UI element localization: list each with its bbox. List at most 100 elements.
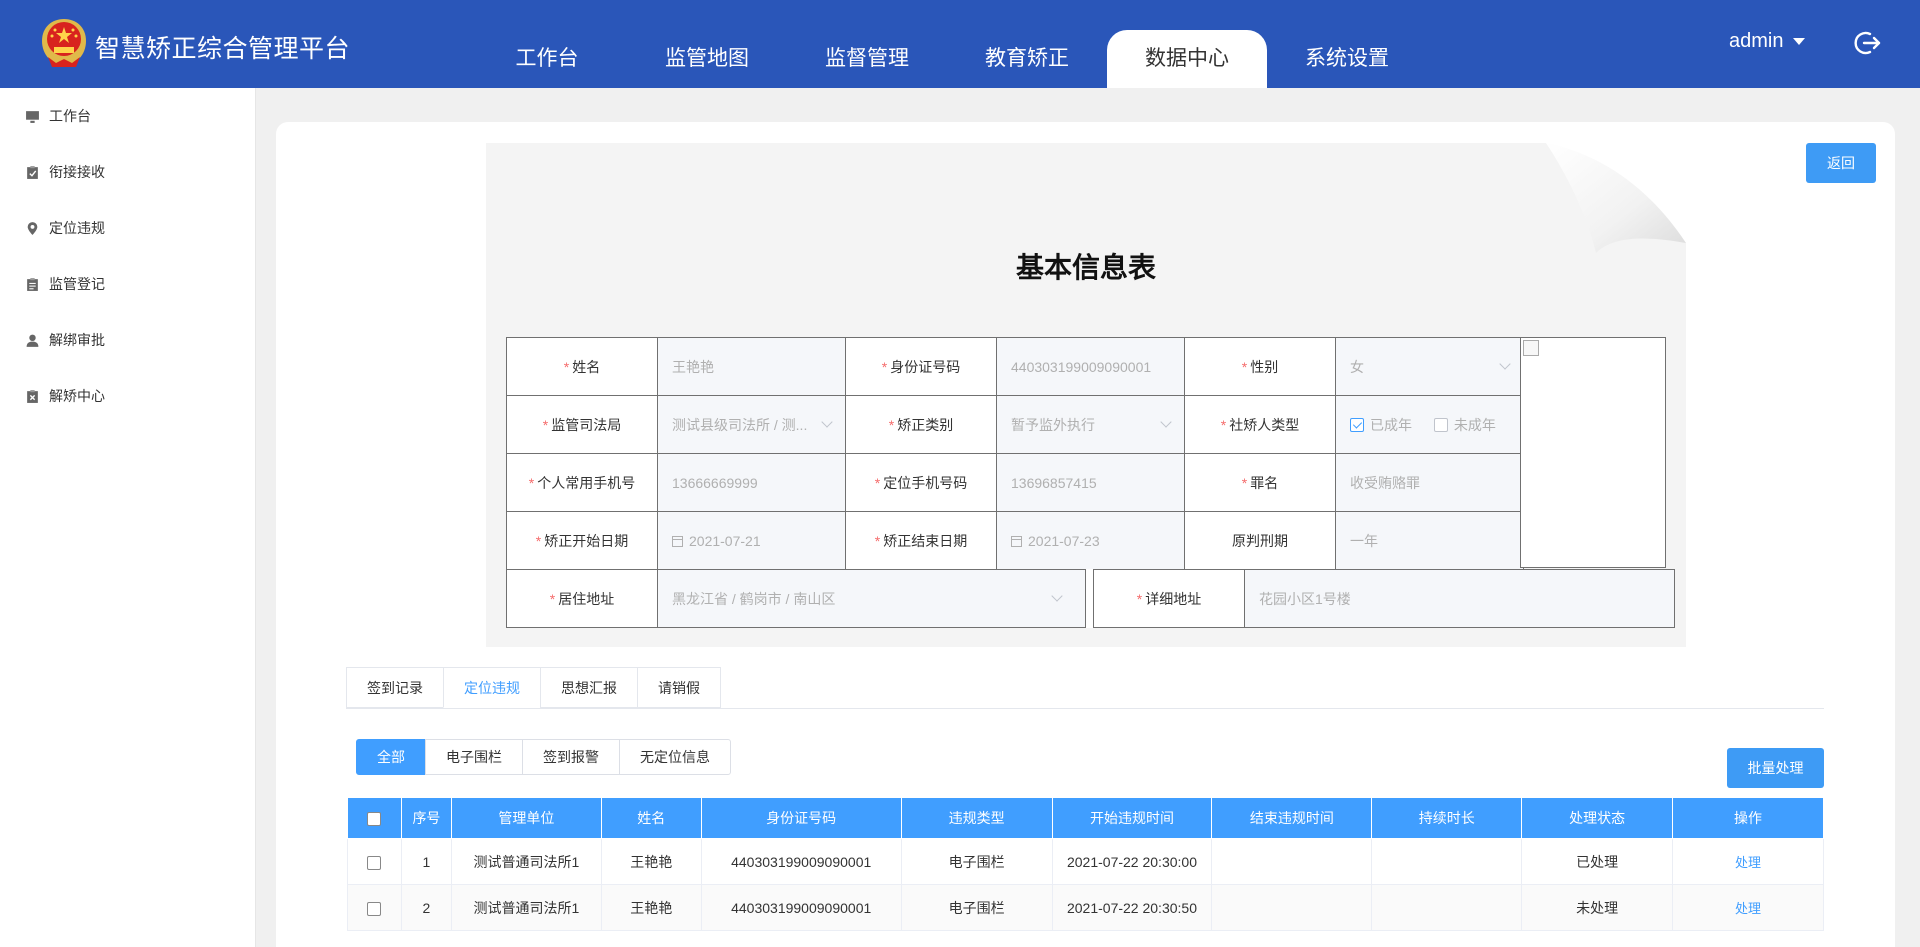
address-table: * 居住地址 黑龙江省 / 鹤岗市 / 南山区 * 详细地址 花园小区1号楼 xyxy=(506,569,1675,628)
national-emblem-logo xyxy=(42,19,86,67)
cell-duration xyxy=(1371,884,1523,931)
sidebar-item-unbind-approval[interactable]: 解绑审批 xyxy=(0,312,255,368)
sidebar-item-handover[interactable]: 衔接接收 xyxy=(0,144,255,200)
id-label: * 身份证号码 xyxy=(845,337,997,396)
col-header: 处理状态 xyxy=(1521,797,1674,839)
crime-label: * 罪名 xyxy=(1184,453,1336,512)
table-row: 2 测试普通司法所1 王艳艳 440303199009090001 电子围栏 2… xyxy=(347,884,1824,931)
row-select-cell xyxy=(347,884,402,931)
select-all-checkbox[interactable] xyxy=(367,812,382,827)
table-row: 1 测试普通司法所1 王艳艳 440303199009090001 电子围栏 2… xyxy=(347,838,1824,885)
sidebar-item-registration[interactable]: 监管登记 xyxy=(0,256,255,312)
end-date-picker[interactable]: 2021-07-23 xyxy=(996,511,1185,570)
process-link[interactable]: 处理 xyxy=(1735,901,1761,916)
row-checkbox[interactable] xyxy=(367,901,382,916)
basic-info-table: * 姓名 王艳艳 * 身份证号码 440303199009090001 * 性别 女 … xyxy=(506,337,1524,570)
cell-status: 已处理 xyxy=(1521,838,1674,885)
user-icon xyxy=(26,334,39,347)
sidebar-item-release-center[interactable]: 解矫中心 xyxy=(0,368,255,424)
cell-name: 王艳艳 xyxy=(600,884,702,931)
col-header: 序号 xyxy=(400,797,452,839)
correction-type-label: * 矫正类别 xyxy=(845,395,997,454)
col-header: 姓名 xyxy=(600,797,702,839)
sidebar: 工作台 衔接接收 定位违规 监管登记 解绑审批 解矫中心 xyxy=(0,88,256,947)
cell-action: 处理 xyxy=(1672,838,1824,885)
gender-label: * 性别 xyxy=(1184,337,1336,396)
nav-supervision[interactable]: 监督管理 xyxy=(787,30,947,88)
cell-start-time: 2021-07-22 20:30:50 xyxy=(1051,884,1213,931)
col-header: 开始违规时间 xyxy=(1051,797,1213,839)
phone-field[interactable]: 13666669999 xyxy=(657,453,846,512)
sidebar-item-label: 定位违规 xyxy=(49,220,105,236)
bureau-select[interactable]: 测试县级司法所 / 测... xyxy=(657,395,846,454)
start-date-label: * 矫正开始日期 xyxy=(506,511,658,570)
logout-icon[interactable] xyxy=(1852,28,1882,58)
sidebar-item-label: 解矫中心 xyxy=(49,388,105,404)
person-type-label: * 社矫人类型 xyxy=(1184,395,1336,454)
back-button[interactable]: 返回 xyxy=(1806,143,1876,183)
nav-settings[interactable]: 系统设置 xyxy=(1267,30,1427,88)
tab-thought-report[interactable]: 思想汇报 xyxy=(540,667,637,708)
nav-education[interactable]: 教育矫正 xyxy=(947,30,1107,88)
tab-location-violation[interactable]: 定位违规 xyxy=(443,667,540,708)
main-nav: 工作台 监管地图 监督管理 教育矫正 数据中心 系统设置 xyxy=(467,30,1427,88)
cell-type: 电子围栏 xyxy=(900,884,1053,931)
gender-select[interactable]: 女 xyxy=(1335,337,1524,396)
name-field[interactable]: 王艳艳 xyxy=(657,337,846,396)
correction-type-select[interactable]: 暂予监外执行 xyxy=(996,395,1185,454)
cell-type: 电子围栏 xyxy=(900,838,1053,885)
col-header: 违规类型 xyxy=(900,797,1053,839)
nav-workbench[interactable]: 工作台 xyxy=(467,30,627,88)
sidebar-item-workbench[interactable]: 工作台 xyxy=(0,88,255,144)
start-date-picker[interactable]: 2021-07-21 xyxy=(657,511,846,570)
filter-geofence[interactable]: 电子围栏 xyxy=(425,739,523,775)
loc-phone-field[interactable]: 13696857415 xyxy=(996,453,1185,512)
broken-image-icon xyxy=(1523,340,1539,356)
tab-checkin-records[interactable]: 签到记录 xyxy=(346,667,443,708)
calendar-icon xyxy=(1011,535,1022,547)
clipboard-list-icon xyxy=(27,277,38,291)
address-select[interactable]: 黑龙江省 / 鹤岗市 / 南山区 xyxy=(657,569,1086,628)
cell-start-time: 2021-07-22 20:30:00 xyxy=(1051,838,1213,885)
caret-down-icon xyxy=(1793,38,1806,45)
minor-checkbox[interactable] xyxy=(1433,417,1448,432)
cell-index: 1 xyxy=(400,838,452,885)
id-field[interactable]: 440303199009090001 xyxy=(996,337,1185,396)
sidebar-item-location-violation[interactable]: 定位违规 xyxy=(0,200,255,256)
cell-name: 王艳艳 xyxy=(600,838,702,885)
sidebar-item-label: 衔接接收 xyxy=(49,164,105,180)
chevron-down-icon xyxy=(821,416,833,428)
filter-all[interactable]: 全部 xyxy=(356,739,426,775)
crime-field[interactable]: 收受贿赂罪 xyxy=(1335,453,1524,512)
sentence-field[interactable]: 一年 xyxy=(1335,511,1524,570)
photo-box[interactable] xyxy=(1520,337,1666,568)
clipboard-check-icon xyxy=(27,165,38,179)
chevron-down-icon xyxy=(1499,358,1511,370)
nav-map[interactable]: 监管地图 xyxy=(627,30,787,88)
sidebar-item-label: 解绑审批 xyxy=(49,332,105,348)
cell-duration xyxy=(1371,838,1523,885)
user-menu[interactable]: admin xyxy=(1729,30,1806,53)
filter-checkin-alarm[interactable]: 签到报警 xyxy=(522,739,620,775)
table-header-row: 序号 管理单位 姓名 身份证号码 违规类型 开始违规时间 结束违规时间 持续时长… xyxy=(347,797,1824,839)
nav-data-center[interactable]: 数据中心 xyxy=(1107,30,1267,88)
chevron-down-icon xyxy=(1051,590,1063,602)
row-select-cell xyxy=(347,838,402,885)
adult-checkbox[interactable] xyxy=(1350,417,1364,432)
cell-end-time xyxy=(1211,838,1373,885)
filter-no-location[interactable]: 无定位信息 xyxy=(619,739,731,775)
cell-index: 2 xyxy=(400,884,452,931)
detail-address-field[interactable]: 花园小区1号楼 xyxy=(1244,569,1675,628)
tab-leave-request[interactable]: 请销假 xyxy=(637,667,721,708)
loc-phone-label: * 定位手机号码 xyxy=(845,453,997,512)
col-header: 操作 xyxy=(1672,797,1824,839)
record-tabs: 签到记录 定位违规 思想汇报 请销假 xyxy=(346,667,1824,709)
batch-process-button[interactable]: 批量处理 xyxy=(1727,748,1824,788)
app-title: 智慧矫正综合管理平台 xyxy=(95,35,351,63)
col-header: 管理单位 xyxy=(450,797,602,839)
cell-gap xyxy=(1085,569,1094,628)
row-checkbox[interactable] xyxy=(367,855,382,870)
top-header: 智慧矫正综合管理平台 工作台 监管地图 监督管理 教育矫正 数据中心 系统设置 … xyxy=(0,0,1920,88)
sentence-label: 原判刑期 xyxy=(1184,511,1336,570)
process-link[interactable]: 处理 xyxy=(1735,855,1761,870)
